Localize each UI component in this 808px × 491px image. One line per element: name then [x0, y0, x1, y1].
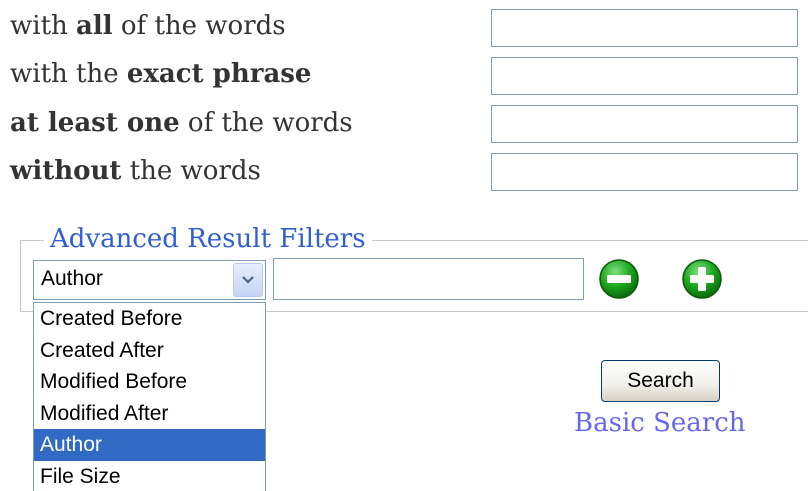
filter-field-dropdown-list[interactable]: Created Before Created After Modified Be…	[33, 302, 266, 491]
without-words-label-bold: without	[10, 156, 122, 186]
option-modified-before[interactable]: Modified Before	[34, 366, 265, 398]
option-file-size[interactable]: File Size	[34, 461, 265, 491]
exact-phrase-label-bold: exact phrase	[126, 59, 312, 89]
at-least-one-label-post: of the words	[179, 108, 353, 138]
all-words-label-pre: with	[10, 11, 77, 41]
chevron-down-icon[interactable]	[233, 263, 263, 297]
filter-field-select[interactable]: Author	[33, 260, 266, 300]
all-words-label: with all of the words	[10, 9, 286, 43]
option-author[interactable]: Author	[34, 429, 265, 461]
at-least-one-input[interactable]	[491, 105, 798, 143]
option-created-after[interactable]: Created After	[34, 335, 265, 367]
option-created-before[interactable]: Created Before	[34, 303, 265, 335]
exact-phrase-label-pre: with the	[10, 59, 127, 89]
minus-circle-icon	[599, 259, 639, 299]
without-words-label-post: the words	[121, 156, 261, 186]
exact-phrase-label: with the exact phrase	[10, 57, 311, 91]
without-words-input[interactable]	[491, 153, 798, 191]
option-modified-after[interactable]: Modified After	[34, 398, 265, 430]
remove-filter-button[interactable]	[598, 258, 640, 300]
filter-value-input[interactable]	[273, 258, 584, 300]
all-words-label-post: of the words	[112, 11, 286, 41]
at-least-one-label-bold: at least one	[10, 108, 180, 138]
chevron-down-glyph	[242, 276, 254, 284]
advanced-filters-legend: Advanced Result Filters	[44, 222, 372, 256]
plus-circle-icon	[682, 259, 722, 299]
filter-field-selected-value: Author	[41, 267, 103, 290]
all-words-label-bold: all	[76, 11, 113, 41]
at-least-one-label: at least one of the words	[10, 106, 353, 140]
without-words-label: without the words	[10, 154, 261, 188]
add-filter-button[interactable]	[681, 258, 723, 300]
exact-phrase-input[interactable]	[491, 57, 798, 95]
search-button[interactable]: Search	[601, 360, 720, 402]
basic-search-link[interactable]: Basic Search	[574, 406, 746, 440]
all-words-input[interactable]	[491, 9, 798, 47]
